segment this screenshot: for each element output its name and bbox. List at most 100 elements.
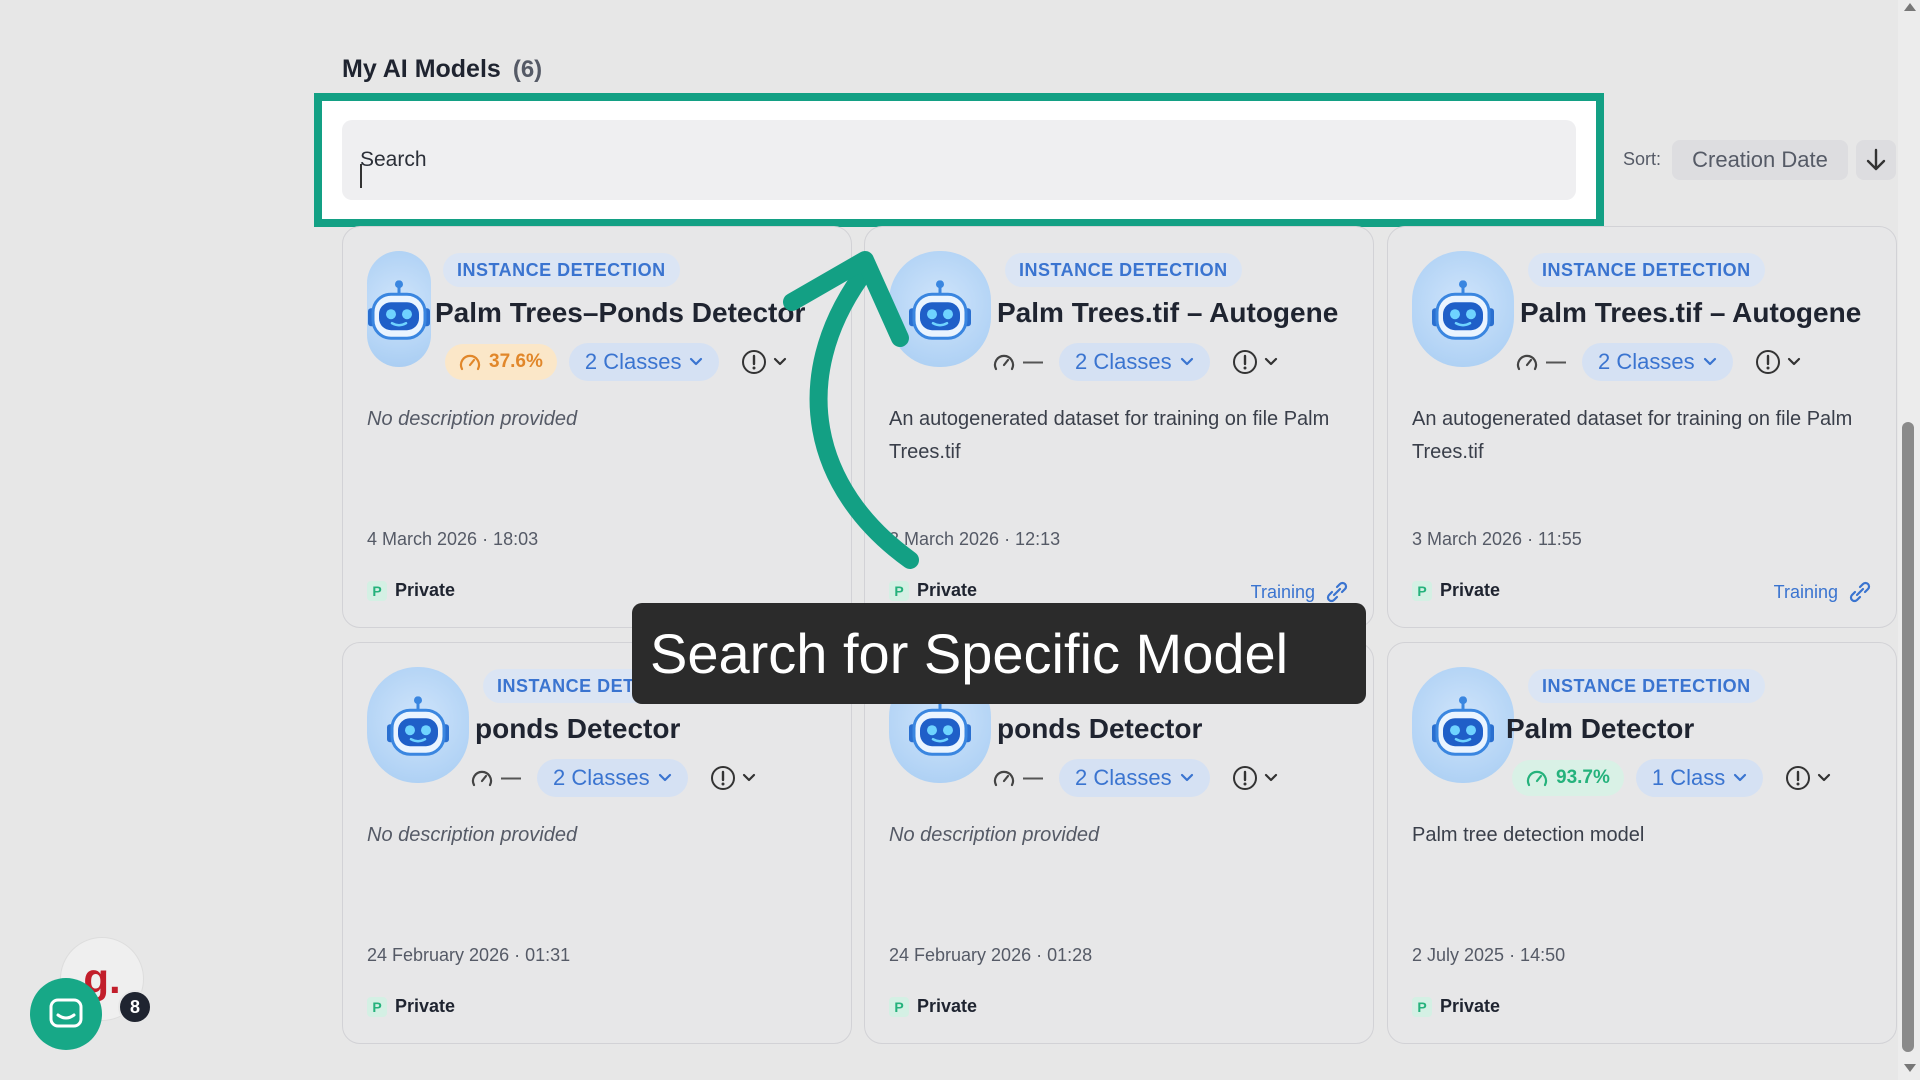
model-date: 3 March 2026 · 12:13 <box>889 529 1061 549</box>
robot-icon <box>1432 696 1494 756</box>
classes-dropdown[interactable]: 2 Classes <box>1059 343 1210 381</box>
training-status[interactable]: Training <box>1251 580 1349 604</box>
arrow-down-icon <box>1866 148 1886 171</box>
classes-dropdown[interactable]: 1 Class <box>1635 759 1764 797</box>
accuracy-badge: 37.6% <box>445 344 557 380</box>
model-date: 24 February 2026 · 01:31 <box>367 945 571 965</box>
model-info-button[interactable] <box>710 765 756 791</box>
gauge-icon <box>471 770 493 787</box>
model-metrics-row: 37.6% 2 Classes <box>445 343 787 381</box>
classes-dropdown[interactable]: 2 Classes <box>1582 343 1733 381</box>
model-avatar <box>367 667 469 783</box>
model-name[interactable]: ponds Detector <box>997 713 1355 745</box>
classes-dropdown[interactable]: 2 Classes <box>568 343 720 381</box>
gauge-icon <box>1526 770 1548 787</box>
model-count: (6) <box>512 56 543 83</box>
info-circle-icon <box>742 350 767 374</box>
robot-icon <box>909 280 971 340</box>
model-name[interactable]: ponds Detector <box>475 713 833 745</box>
accuracy-value: — <box>1023 350 1043 373</box>
model-metrics-row: — 2 Classes <box>1512 343 1801 381</box>
visibility: P Private <box>1412 580 1500 601</box>
accuracy-badge: — <box>989 760 1047 796</box>
model-date: 3 March 2026 · 11:55 <box>1412 529 1582 549</box>
model-card[interactable]: INSTANCE DETECTION Palm Trees.tif – Auto… <box>864 226 1374 628</box>
accuracy-value: 37.6% <box>489 351 543 372</box>
model-avatar <box>1412 251 1514 367</box>
gauge-icon <box>993 354 1015 371</box>
visibility: P Private <box>889 996 977 1017</box>
page-header: My AI Models (6) <box>342 55 542 84</box>
model-info-button[interactable] <box>1785 765 1831 791</box>
model-card[interactable]: INSTANCE DETECTION Palm Trees–Ponds Dete… <box>342 226 852 628</box>
classes-dropdown[interactable]: 2 Classes <box>537 759 688 797</box>
chevron-down-icon <box>1734 773 1747 782</box>
chevron-down-icon <box>658 773 671 782</box>
model-avatar <box>889 251 991 367</box>
visibility-badge: P <box>1412 996 1432 1017</box>
visibility-label: Private <box>395 996 456 1016</box>
training-label: Training <box>1773 581 1838 602</box>
visibility-label: Private <box>917 996 978 1016</box>
training-link-icon <box>1849 581 1871 603</box>
gauge-icon <box>459 354 481 371</box>
training-status[interactable]: Training <box>1774 580 1872 604</box>
accuracy-value: — <box>1023 766 1043 789</box>
accuracy-badge: 93.7% <box>1512 760 1624 796</box>
accuracy-badge: — <box>467 760 525 796</box>
model-description: No description provided <box>889 824 1100 846</box>
model-metrics-row: — 2 Classes <box>467 759 756 797</box>
sort-direction-button[interactable] <box>1856 140 1896 180</box>
scrollbar-thumb[interactable] <box>1902 422 1914 1052</box>
scroll-up-icon[interactable] <box>1904 3 1916 11</box>
visibility-badge: P <box>889 580 909 601</box>
model-name[interactable]: Palm Trees.tif – Autogene <box>997 297 1355 329</box>
search-box[interactable] <box>342 120 1576 200</box>
training-link-icon <box>1326 581 1348 603</box>
chevron-down-icon <box>690 357 703 366</box>
classes-label: 2 Classes <box>553 765 650 790</box>
visibility-label: Private <box>395 580 456 600</box>
sort-label: Sort: <box>1623 149 1662 169</box>
chevron-down-icon <box>1703 357 1716 366</box>
chat-unread-badge: 8 <box>118 990 152 1024</box>
model-card[interactable]: INSTANCE DETECTION Palm Trees.tif – Auto… <box>1387 226 1897 628</box>
robot-icon <box>387 696 449 756</box>
chat-button[interactable] <box>30 978 102 1050</box>
robot-icon <box>909 696 971 756</box>
model-description: No description provided <box>367 408 578 430</box>
sort-select[interactable]: Creation Date <box>1672 140 1848 180</box>
model-card[interactable]: INSTANCE DETECTION Palm Detector 93.7% 1… <box>1387 642 1897 1044</box>
model-name[interactable]: Palm Trees.tif – Autogene <box>1520 297 1878 329</box>
classes-label: 2 Classes <box>1075 349 1172 374</box>
gauge-icon <box>1516 354 1538 371</box>
instruction-tooltip: Search for Specific Model <box>632 603 1366 704</box>
search-input[interactable] <box>360 130 1550 190</box>
model-name[interactable]: Palm Trees–Ponds Detector <box>435 297 833 329</box>
classes-label: 2 Classes <box>1075 765 1172 790</box>
model-info-button[interactable] <box>1232 349 1278 375</box>
visibility: P Private <box>367 996 455 1017</box>
model-description: No description provided <box>367 824 578 846</box>
chevron-down-icon <box>1180 357 1193 366</box>
info-circle-icon <box>1786 766 1811 790</box>
classes-dropdown[interactable]: 2 Classes <box>1059 759 1210 797</box>
visibility-label: Private <box>1440 996 1501 1016</box>
chevron-down-icon <box>1787 357 1800 366</box>
scroll-down-icon[interactable] <box>1904 1064 1916 1072</box>
model-info-button[interactable] <box>1232 765 1278 791</box>
visibility-label: Private <box>1440 580 1501 600</box>
model-date: 24 February 2026 · 01:28 <box>889 945 1093 965</box>
model-date: 4 March 2026 · 18:03 <box>367 529 539 549</box>
model-type-tag: INSTANCE DETECTION <box>1528 253 1765 287</box>
training-label: Training <box>1250 581 1315 602</box>
model-name[interactable]: Palm Detector <box>1506 713 1878 745</box>
info-circle-icon <box>1755 350 1780 374</box>
model-info-button[interactable] <box>1755 349 1801 375</box>
visibility-badge: P <box>1412 580 1432 601</box>
classes-label: 2 Classes <box>1598 349 1695 374</box>
page-title: My AI Models <box>342 55 501 83</box>
chevron-down-icon <box>1264 357 1277 366</box>
accuracy-value: — <box>501 766 521 789</box>
model-info-button[interactable] <box>741 349 787 375</box>
